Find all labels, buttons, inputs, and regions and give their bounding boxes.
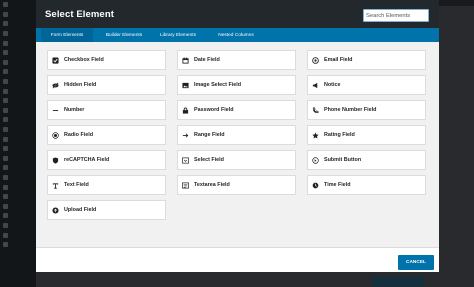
element-card-label: Checkbox Field <box>64 57 104 63</box>
star-icon <box>312 131 319 139</box>
lock-icon <box>182 107 189 114</box>
elements-grid: Checkbox Field Date Field Email Field Hidde… <box>36 42 439 247</box>
tab-builder-elements[interactable]: Builder Elements <box>94 28 154 42</box>
upload-icon <box>52 206 59 214</box>
select-icon <box>182 157 189 164</box>
element-card-label: Number <box>64 107 85 113</box>
element-card-label: Phone Number Field <box>324 107 377 113</box>
element-card-label: Image Select Field <box>194 82 242 88</box>
element-card-upload-field[interactable]: Upload Field <box>47 200 166 220</box>
element-card-textarea-field[interactable]: Textarea Field <box>177 175 296 195</box>
element-card-range-field[interactable]: Range Field <box>177 125 296 145</box>
modal-footer: CANCEL <box>36 247 439 272</box>
clock-icon <box>312 182 319 189</box>
arrow-right-icon <box>182 132 189 139</box>
element-card-text-field[interactable]: Text Field <box>47 175 166 195</box>
image-icon <box>182 82 189 89</box>
select-element-modal: Select Element Form Elements Builder Ele… <box>36 0 439 272</box>
element-card-recaptcha-field[interactable]: reCAPTCHA Field <box>47 150 166 170</box>
element-card-label: Password Field <box>194 107 234 113</box>
element-card-email-field[interactable]: Email Field <box>307 50 426 70</box>
element-card-image-select-field[interactable]: Image Select Field <box>177 75 296 95</box>
element-card-label: reCAPTCHA Field <box>64 157 110 163</box>
tab-form-elements[interactable]: Form Elements <box>41 28 93 42</box>
element-card-date-field[interactable]: Date Field <box>177 50 296 70</box>
element-card-time-field[interactable]: Time Field <box>307 175 426 195</box>
element-card-select-field[interactable]: Select Field <box>177 150 296 170</box>
element-card-label: Date Field <box>194 57 220 63</box>
element-card-notice[interactable]: Notice <box>307 75 426 95</box>
checkbox-icon <box>52 56 59 64</box>
textarea-icon <box>182 182 189 189</box>
modal-header: Select Element <box>36 0 439 28</box>
send-icon <box>312 156 319 164</box>
modal-title: Select Element <box>45 9 114 20</box>
element-card-phone-number-field[interactable]: Phone Number Field <box>307 100 426 120</box>
element-card-label: Upload Field <box>64 207 97 213</box>
element-card-checkbox-field[interactable]: Checkbox Field <box>47 50 166 70</box>
element-card-label: Email Field <box>324 57 353 63</box>
element-card-number[interactable]: Number <box>47 100 166 120</box>
eye-slash-icon <box>52 82 59 89</box>
tab-nested-columns[interactable]: Nested Columns <box>208 28 264 42</box>
radio-icon <box>52 131 59 139</box>
element-card-label: Text Field <box>64 182 89 188</box>
element-card-label: Time Field <box>324 182 351 188</box>
element-card-label: Rating Field <box>324 132 355 138</box>
element-card-label: Select Field <box>194 157 224 163</box>
at-sign-icon <box>312 56 319 64</box>
text-icon <box>52 182 59 189</box>
element-card-radio-field[interactable]: Radio Field <box>47 125 166 145</box>
element-card-rating-field[interactable]: Rating Field <box>307 125 426 145</box>
search-elements-input[interactable] <box>363 9 429 22</box>
cancel-button[interactable]: CANCEL <box>398 255 434 270</box>
element-card-label: Textarea Field <box>194 182 230 188</box>
element-card-hidden-field[interactable]: Hidden Field <box>47 75 166 95</box>
phone-icon <box>312 107 319 114</box>
megaphone-icon <box>312 82 319 89</box>
element-card-label: Range Field <box>194 132 225 138</box>
tab-bar: Form Elements Builder Elements Library E… <box>36 28 439 42</box>
element-card-label: Radio Field <box>64 132 94 138</box>
tab-library-elements[interactable]: Library Elements <box>154 28 202 42</box>
element-card-label: Hidden Field <box>64 82 97 88</box>
calendar-icon <box>182 56 189 64</box>
element-card-label: Submit Button <box>324 157 362 163</box>
element-card-label: Notice <box>324 82 341 88</box>
minus-icon <box>52 107 59 114</box>
element-card-password-field[interactable]: Password Field <box>177 100 296 120</box>
shield-icon <box>52 156 59 164</box>
element-card-submit-button[interactable]: Submit Button <box>307 150 426 170</box>
